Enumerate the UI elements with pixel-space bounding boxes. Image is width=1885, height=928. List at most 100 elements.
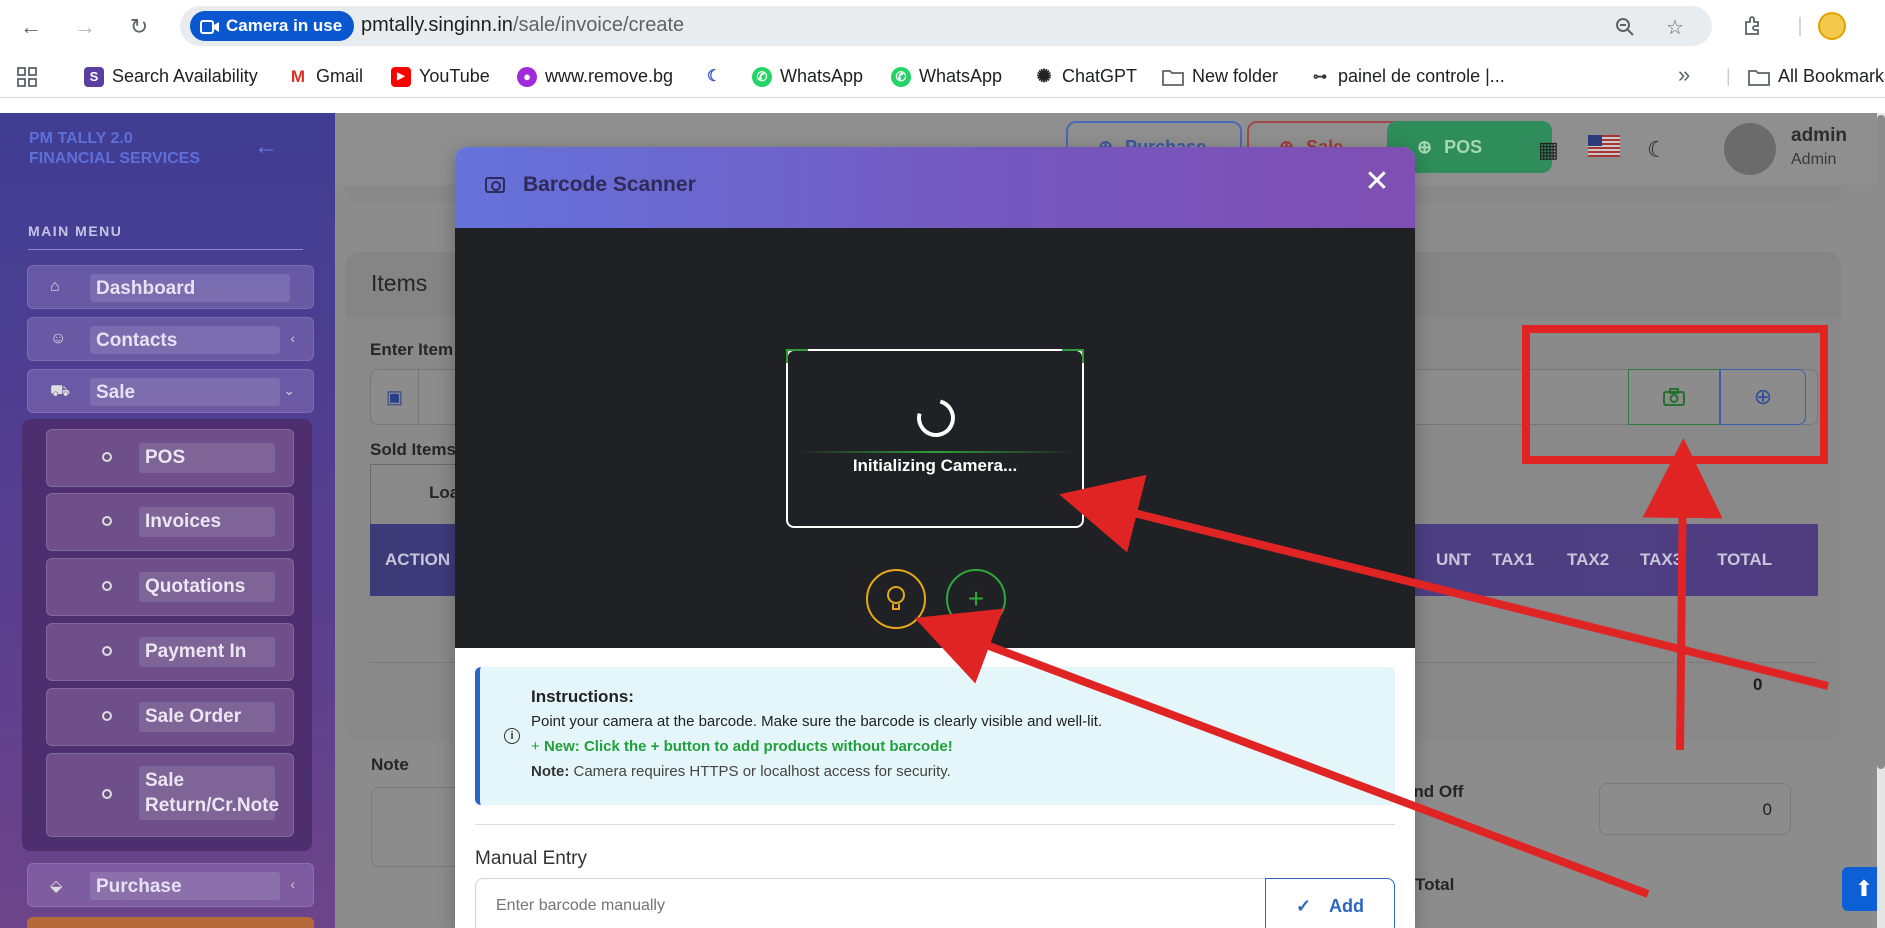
add-product-button[interactable]: + [946, 569, 1006, 629]
sidebar-subitem-quotations[interactable]: Quotations [46, 558, 294, 616]
divider [28, 249, 303, 250]
more-bookmarks-icon[interactable]: » [1678, 62, 1690, 88]
sidebar-item-dashboard[interactable]: ⌂ Dashboard [27, 265, 314, 309]
moon-favicon-icon: ☾ [704, 66, 724, 86]
camera-status-text: Initializing Camera... [852, 456, 1018, 475]
bookmark-item[interactable]: ● www.remove.bg [517, 66, 673, 87]
bookmark-item[interactable]: M Gmail [288, 66, 363, 87]
bookmark-item[interactable]: ✆ WhatsApp [891, 66, 1002, 87]
sale-submenu: POS Invoices Quotations Payment In Sale … [22, 419, 312, 851]
round-off-input[interactable]: 0 [1599, 783, 1791, 835]
manual-barcode-input[interactable] [475, 878, 1265, 928]
camera-in-use-pill[interactable]: Camera in use [190, 11, 355, 41]
brand-logo: PM TALLY 2.0 FINANCIAL SERVICES [29, 129, 200, 169]
collapse-arrow-icon[interactable]: ← [254, 133, 278, 161]
page-scrollbar[interactable] [1877, 113, 1885, 928]
manual-entry-label: Manual Entry [475, 848, 587, 869]
home-icon: ⌂ [50, 278, 60, 295]
bookmark-item[interactable]: ✆ WhatsApp [752, 66, 863, 87]
bookmark-item[interactable]: S Search Availability [84, 66, 258, 87]
manual-add-button[interactable]: ✓ Add [1265, 878, 1395, 928]
bookmark-item[interactable]: ⊶ painel de controle |... [1310, 66, 1505, 87]
sidebar-item-label: Dashboard [90, 274, 290, 302]
address-bar[interactable]: Camera in use pmtally.singinn.in/sale/in… [180, 6, 1712, 46]
url-text[interactable]: pmtally.singinn.in/sale/invoice/create [361, 14, 684, 37]
chatgpt-icon: ✺ [1034, 66, 1054, 87]
items-title: Items [371, 270, 428, 296]
bookmark-label: WhatsApp [780, 66, 864, 86]
circle-icon [102, 516, 112, 526]
bookmark-folder[interactable]: New folder [1162, 66, 1278, 87]
sidebar-subitem-sale-return[interactable]: Sale Return/Cr.Note [46, 753, 294, 837]
camera-pill-label: Camera in use [226, 16, 343, 35]
open-scanner-button[interactable] [1628, 369, 1720, 425]
apps-grid-icon[interactable] [16, 66, 38, 88]
scrollbar-thumb[interactable] [1877, 115, 1885, 769]
scan-line [796, 451, 1076, 453]
pos-label: POS [1444, 136, 1483, 157]
bookmark-label: YouTube [419, 66, 490, 86]
sidebar-item-label: Sale [90, 378, 280, 406]
column-header: TAX2 [1567, 550, 1610, 569]
bookmark-label: www.remove.bg [545, 66, 674, 86]
bookmark-item[interactable]: ☾ [704, 66, 724, 86]
site-favicon-icon: S [84, 66, 104, 87]
circle-icon [102, 789, 112, 799]
us-flag-icon[interactable] [1588, 135, 1620, 163]
back-icon[interactable]: ← [16, 12, 46, 42]
plus-icon: + [967, 583, 985, 614]
sidebar-item-contacts[interactable]: ☺ Contacts ‹ [27, 317, 314, 361]
apps-grid-icon[interactable]: ▦ [1538, 137, 1559, 163]
zoom-icon[interactable] [1612, 14, 1638, 40]
modal-title: Barcode Scanner [523, 173, 696, 196]
forward-icon[interactable]: → [70, 12, 100, 42]
table-total-value: 0 [1753, 675, 1763, 694]
all-bookmarks-folder[interactable]: All Bookmarks [1748, 66, 1885, 87]
chevron-left-icon: ‹ [290, 330, 295, 346]
extensions-icon[interactable] [1736, 10, 1768, 42]
menu-title: MAIN MENU [28, 223, 123, 239]
sidebar-item-partial[interactable] [27, 917, 314, 928]
divider: | [1726, 66, 1731, 86]
barcode-icon: ▣ [371, 370, 419, 424]
instructions-new-line: + New: Click the + button to add product… [531, 738, 953, 755]
add-item-button[interactable]: ⊕ [1720, 369, 1806, 425]
bookmark-label: All Bookmarks [1778, 66, 1885, 86]
sidebar-item-label: Purchase [90, 872, 280, 900]
instructions-note-line: Note: Camera requires HTTPS or localhost… [531, 763, 951, 780]
torch-button[interactable] [866, 569, 926, 629]
moon-icon[interactable]: ☾ [1647, 137, 1667, 163]
sidebar-subitem-payment-in[interactable]: Payment In [46, 623, 294, 681]
bookmark-item[interactable]: ✺ ChatGPT [1034, 66, 1137, 87]
bookmark-label: WhatsApp [919, 66, 1003, 86]
sidebar-subitem-label: Quotations [139, 572, 275, 602]
circle-icon [102, 452, 112, 462]
sidebar-item-purchase[interactable]: ⬙ Purchase ‹ [27, 863, 314, 907]
check-icon: ✓ [1295, 895, 1312, 916]
scan-frame: Initializing Camera... [786, 349, 1084, 528]
column-header: TAX3 [1640, 550, 1683, 569]
sidebar-subitem-sale-order[interactable]: Sale Order [46, 688, 294, 746]
camera-preview: Initializing Camera... + [455, 228, 1415, 648]
bookmark-label: New folder [1192, 66, 1279, 86]
divider: | [1797, 14, 1803, 37]
instructions-title: Instructions: [531, 687, 634, 706]
user-name[interactable]: admin [1791, 125, 1847, 147]
close-icon[interactable]: ✕ [1363, 167, 1391, 197]
reload-icon[interactable]: ↻ [124, 12, 154, 42]
gmail-icon: M [288, 66, 308, 87]
barcode-scanner-modal: Barcode Scanner ✕ Initializing Camera...… [455, 147, 1415, 928]
chevron-down-icon: ⌄ [283, 382, 295, 398]
sidebar-subitem-pos[interactable]: POS [46, 429, 294, 487]
bookmark-label: painel de controle |... [1338, 66, 1505, 86]
sidebar-subitem-label: Invoices [139, 507, 275, 537]
profile-avatar[interactable] [1816, 10, 1848, 42]
sidebar-item-sale[interactable]: ⛟ Sale ⌄ [27, 369, 314, 413]
users-icon: ☺ [50, 330, 67, 347]
sidebar-subitem-label: Payment In [139, 637, 275, 667]
sidebar-subitem-invoices[interactable]: Invoices [46, 493, 294, 551]
info-icon: i [504, 728, 520, 744]
avatar[interactable] [1724, 123, 1776, 175]
bookmark-item[interactable]: ▶ YouTube [391, 66, 490, 87]
bookmark-star-icon[interactable]: ☆ [1662, 14, 1688, 40]
